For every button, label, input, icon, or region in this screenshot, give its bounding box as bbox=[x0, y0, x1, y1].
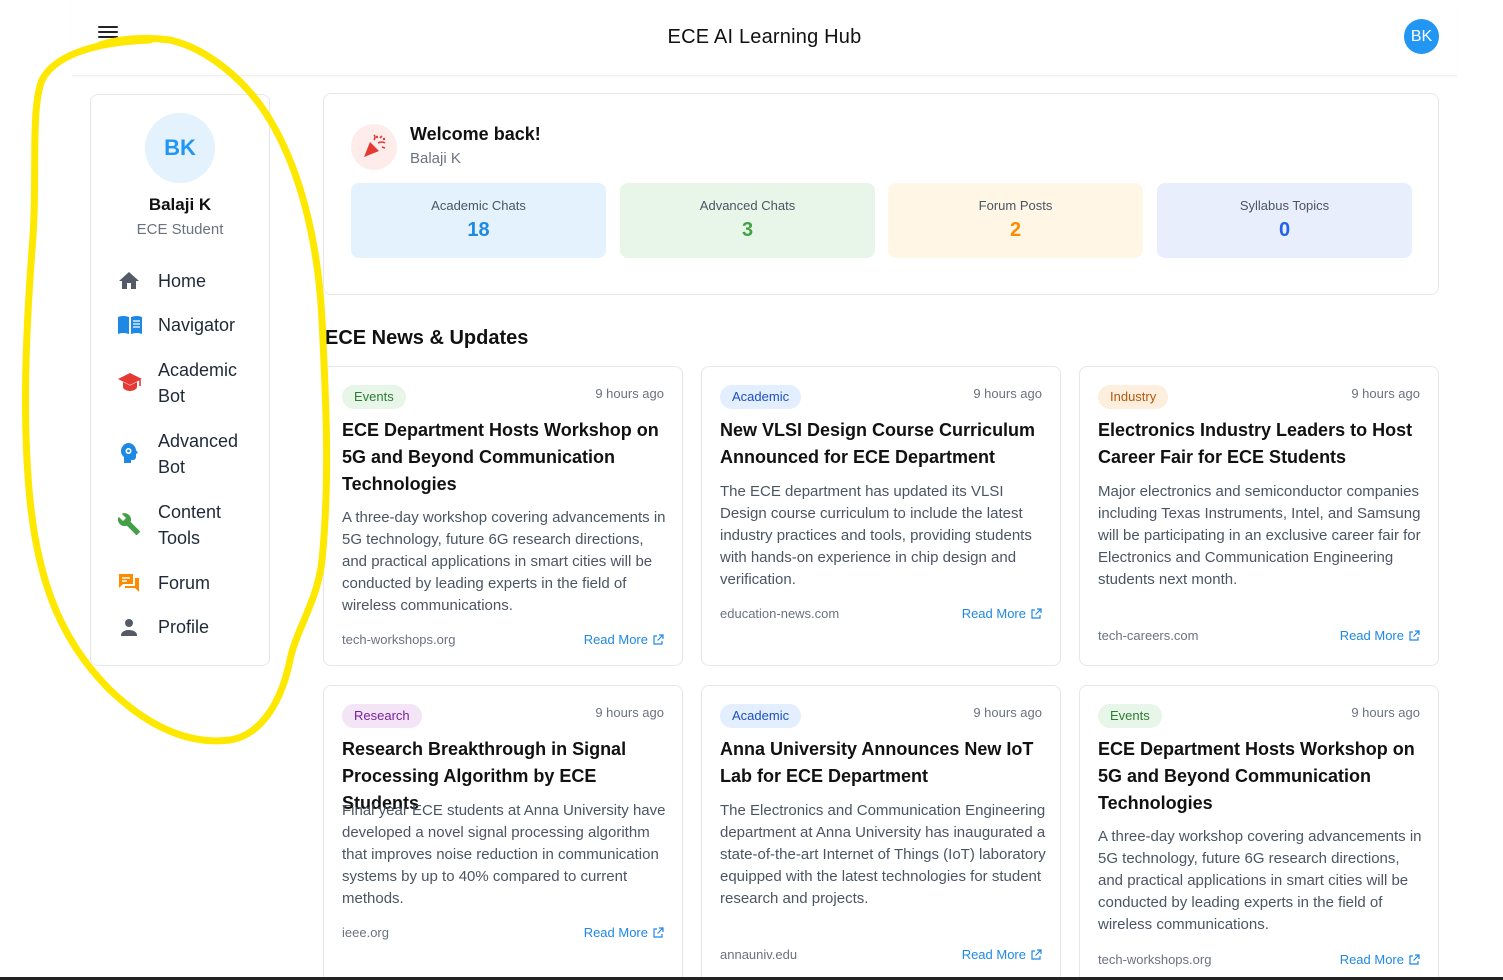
wrench-icon bbox=[117, 511, 145, 537]
sidebar-user-role: ECE Student bbox=[136, 221, 224, 238]
read-more-link[interactable]: Read More bbox=[962, 947, 1042, 962]
news-card[interactable]: Events 9 hours ago ECE Department Hosts … bbox=[323, 366, 683, 666]
sidebar-avatar: BK bbox=[145, 113, 215, 183]
category-tag: Academic bbox=[720, 704, 802, 728]
sidebar: BK Balaji K ECE Student Home Navigator A… bbox=[90, 94, 270, 666]
news-time: 9 hours ago bbox=[1351, 705, 1420, 720]
welcome-card: Welcome back! Balaji K Academic Chats 18… bbox=[323, 93, 1439, 295]
news-description: A three-day workshop covering advancemen… bbox=[342, 509, 666, 614]
news-description: The Electronics and Communication Engine… bbox=[720, 802, 1046, 907]
stat-label: Forum Posts bbox=[978, 198, 1053, 213]
stat-academic-chats[interactable]: Academic Chats 18 bbox=[351, 183, 606, 258]
news-description: Major electronics and semiconductor comp… bbox=[1098, 483, 1421, 588]
home-icon bbox=[117, 268, 145, 294]
news-description: Final year ECE students at Anna Universi… bbox=[342, 802, 666, 907]
stat-value: 3 bbox=[741, 219, 754, 241]
sidebar-item-content-tools[interactable]: Content Tools bbox=[117, 499, 257, 551]
category-tag: Events bbox=[1098, 704, 1162, 728]
read-more-link[interactable]: Read More bbox=[1340, 628, 1420, 643]
person-icon bbox=[117, 614, 145, 640]
read-more-label: Read More bbox=[961, 606, 1026, 621]
read-more-link[interactable]: Read More bbox=[962, 606, 1042, 621]
category-tag: Events bbox=[342, 385, 406, 409]
news-source: ieee.org bbox=[342, 925, 389, 940]
read-more-label: Read More bbox=[583, 925, 648, 940]
news-time: 9 hours ago bbox=[973, 386, 1042, 401]
read-more-link[interactable]: Read More bbox=[1340, 952, 1420, 967]
sidebar-item-label: Content Tools bbox=[158, 502, 222, 548]
stat-advanced-chats[interactable]: Advanced Chats 3 bbox=[620, 183, 875, 258]
category-tag: Academic bbox=[720, 385, 802, 409]
external-link-icon bbox=[1031, 607, 1042, 619]
news-time: 9 hours ago bbox=[595, 705, 664, 720]
sidebar-item-label: Home bbox=[158, 271, 207, 291]
stat-value: 0 bbox=[1278, 219, 1291, 241]
news-time: 9 hours ago bbox=[973, 705, 1042, 720]
sidebar-item-academic-bot[interactable]: Academic Bot bbox=[117, 357, 257, 409]
stat-syllabus-topics[interactable]: Syllabus Topics 0 bbox=[1157, 183, 1412, 258]
stat-label: Syllabus Topics bbox=[1239, 198, 1330, 213]
read-more-label: Read More bbox=[961, 947, 1026, 962]
news-card[interactable]: Events 9 hours ago ECE Department Hosts … bbox=[1079, 685, 1439, 980]
news-source: education-news.com bbox=[720, 606, 840, 621]
external-link-icon bbox=[1409, 953, 1420, 965]
stat-value: 2 bbox=[1009, 219, 1022, 241]
news-card[interactable]: Industry 9 hours ago Electronics Industr… bbox=[1079, 366, 1439, 666]
category-tag: Industry bbox=[1098, 385, 1169, 409]
graduation-cap-icon bbox=[117, 369, 145, 395]
sidebar-item-label: Profile bbox=[158, 617, 210, 637]
category-tag: Research bbox=[342, 704, 422, 728]
external-link-icon bbox=[653, 633, 664, 645]
sidebar-item-label: Advanced Bot bbox=[158, 431, 239, 477]
sidebar-item-home[interactable]: Home bbox=[117, 268, 257, 294]
sidebar-item-label: Navigator bbox=[158, 315, 236, 335]
news-title[interactable]: ECE Department Hosts Workshop on 5G and … bbox=[1098, 736, 1426, 817]
news-title[interactable]: Electronics Industry Leaders to Host Car… bbox=[1098, 417, 1426, 471]
news-time: 9 hours ago bbox=[595, 386, 664, 401]
sidebar-item-forum[interactable]: Forum bbox=[117, 570, 257, 596]
external-link-icon bbox=[1409, 629, 1420, 641]
news-description: A three-day workshop covering advancemen… bbox=[1098, 828, 1422, 933]
news-card[interactable]: Research 9 hours ago Research Breakthrou… bbox=[323, 685, 683, 980]
user-avatar[interactable]: BK bbox=[1404, 19, 1439, 54]
news-source: tech-workshops.org bbox=[342, 632, 456, 647]
party-popper-icon bbox=[351, 124, 397, 170]
read-more-label: Read More bbox=[1339, 952, 1404, 967]
read-more-link[interactable]: Read More bbox=[584, 632, 664, 647]
sidebar-item-advanced-bot[interactable]: Advanced Bot bbox=[117, 428, 257, 480]
news-source: tech-careers.com bbox=[1098, 628, 1199, 643]
stat-label: Academic Chats bbox=[431, 198, 526, 213]
ai-bot-icon bbox=[117, 440, 145, 466]
book-icon bbox=[117, 312, 145, 338]
external-link-icon bbox=[1031, 948, 1042, 960]
app-title: ECE AI Learning Hub bbox=[667, 26, 862, 48]
forum-icon bbox=[117, 570, 145, 596]
external-link-icon bbox=[653, 926, 664, 938]
stat-forum-posts[interactable]: Forum Posts 2 bbox=[888, 183, 1143, 258]
read-more-link[interactable]: Read More bbox=[584, 925, 664, 940]
news-source: annauniv.edu bbox=[720, 947, 798, 962]
read-more-label: Read More bbox=[583, 632, 648, 647]
sidebar-item-navigator[interactable]: Navigator bbox=[117, 312, 257, 338]
stat-label: Advanced Chats bbox=[699, 198, 796, 213]
top-app-bar: ECE AI Learning Hub BK bbox=[72, 0, 1457, 76]
sidebar-item-label: Academic Bot bbox=[158, 360, 238, 406]
news-description: The ECE department has updated its VLSI … bbox=[720, 483, 1032, 588]
welcome-title: Welcome back! bbox=[410, 124, 541, 144]
sidebar-item-label: Forum bbox=[158, 573, 211, 593]
news-title[interactable]: Anna University Announces New IoT Lab fo… bbox=[720, 736, 1048, 790]
read-more-label: Read More bbox=[1339, 628, 1404, 643]
news-title[interactable]: New VLSI Design Course Curriculum Announ… bbox=[720, 417, 1048, 471]
news-card[interactable]: Academic 9 hours ago New VLSI Design Cou… bbox=[701, 366, 1061, 666]
sidebar-user-name: Balaji K bbox=[148, 195, 212, 214]
news-card[interactable]: Academic 9 hours ago Anna University Ann… bbox=[701, 685, 1061, 980]
news-source: tech-workshops.org bbox=[1098, 952, 1212, 967]
welcome-user-name: Balaji K bbox=[410, 150, 461, 167]
news-title[interactable]: ECE Department Hosts Workshop on 5G and … bbox=[342, 417, 670, 498]
sidebar-item-profile[interactable]: Profile bbox=[117, 614, 257, 640]
news-section-title: ECE News & Updates bbox=[325, 327, 529, 349]
news-time: 9 hours ago bbox=[1351, 386, 1420, 401]
stat-value: 18 bbox=[467, 219, 490, 241]
